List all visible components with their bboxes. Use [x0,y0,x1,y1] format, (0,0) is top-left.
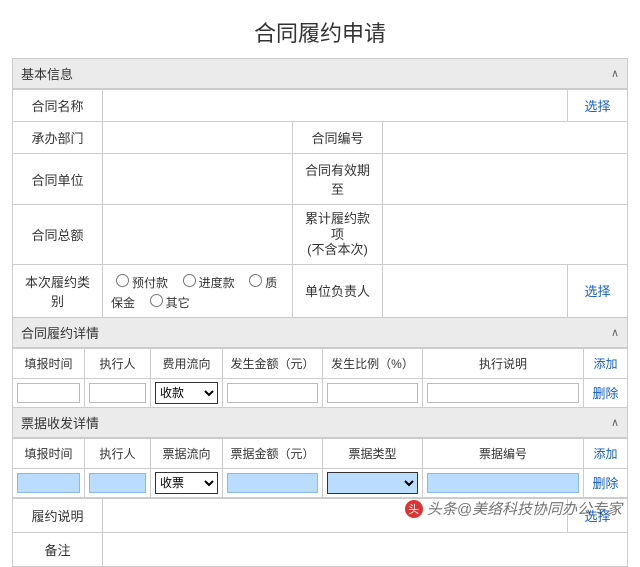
input-perf-desc[interactable] [427,383,579,403]
col-tk-type: 票据类型 [323,438,423,468]
field-unit-leader[interactable] [383,264,568,317]
col-tk-time: 填报时间 [13,438,85,468]
select-tk-type[interactable] [327,472,418,494]
label-total-amount: 合同总额 [13,205,103,265]
section-basic-header: 基本信息 ∧ [12,58,628,89]
field-total-amount[interactable] [103,205,293,265]
section-ticket-header: 票据收发详情 ∧ [12,408,628,438]
section-basic-label: 基本信息 [21,64,73,83]
label-valid-until: 合同有效期至 [293,154,383,205]
section-perf-header: 合同履约详情 ∧ [12,318,628,348]
col-perf-amount: 发生金额（元） [223,348,323,378]
watermark-icon: 头 [405,500,423,518]
field-valid-until[interactable] [383,154,628,205]
input-perf-ratio[interactable] [327,383,418,403]
select-perf-flow[interactable]: 收款 [155,382,218,404]
col-perf-exec: 执行人 [85,348,151,378]
label-contract-no: 合同编号 [293,122,383,154]
label-remark: 备注 [13,532,103,566]
radio-group-perf-type: 预付款 进度款 质保金 其它 [103,264,293,317]
label-perf-type: 本次履约类别 [13,264,103,317]
label-dept: 承办部门 [13,122,103,154]
col-tk-flow: 票据流向 [151,438,223,468]
field-contract-no[interactable] [383,122,628,154]
page-title: 合同履约申请 [12,16,628,48]
select-unit-leader[interactable]: 选择 [568,264,628,317]
section-ticket-label: 票据收发详情 [21,413,99,432]
add-ticket-row[interactable]: 添加 [584,438,628,468]
radio-other[interactable] [150,294,163,307]
collapse-icon[interactable]: ∧ [611,416,619,429]
col-tk-exec: 执行人 [85,438,151,468]
label-contract-unit: 合同单位 [13,154,103,205]
add-perf-row[interactable]: 添加 [584,348,628,378]
collapse-icon[interactable]: ∧ [611,67,619,80]
input-perf-amount[interactable] [227,383,318,403]
radio-prepay-label: 预付款 [132,276,168,290]
input-tk-amount[interactable] [227,473,318,493]
label-perf-desc: 履约说明 [13,498,103,532]
col-perf-desc: 执行说明 [423,348,584,378]
field-remark[interactable] [103,532,628,566]
input-perf-exec[interactable] [89,383,146,403]
input-tk-time[interactable] [17,473,80,493]
col-tk-no: 票据编号 [423,438,584,468]
select-tk-flow[interactable]: 收票 [155,472,218,494]
field-contract-name[interactable] [103,90,568,122]
field-dept[interactable] [103,122,293,154]
label-cumulative: 累计履约款项 (不含本次) [293,205,383,265]
field-contract-unit[interactable] [103,154,293,205]
select-contract-name[interactable]: 选择 [568,90,628,122]
radio-progress-label: 进度款 [199,276,235,290]
watermark-text: 头条@美络科技协同办公专家 [427,498,622,519]
radio-progress[interactable] [183,274,196,287]
input-perf-time[interactable] [17,383,80,403]
field-cumulative[interactable] [383,205,628,265]
col-perf-ratio: 发生比例（%） [323,348,423,378]
col-perf-time: 填报时间 [13,348,85,378]
collapse-icon[interactable]: ∧ [611,326,619,339]
col-tk-amount: 票据金额（元） [223,438,323,468]
radio-warranty[interactable] [249,274,262,287]
section-perf-label: 合同履约详情 [21,323,99,342]
radio-prepay[interactable] [116,274,129,287]
label-contract-name: 合同名称 [13,90,103,122]
input-tk-no[interactable] [427,473,579,493]
label-unit-leader: 单位负责人 [293,264,383,317]
del-perf-row[interactable]: 删除 [584,378,628,407]
col-perf-flow: 费用流向 [151,348,223,378]
del-ticket-row[interactable]: 删除 [584,468,628,497]
watermark: 头 头条@美络科技协同办公专家 [405,498,622,519]
input-tk-exec[interactable] [89,473,146,493]
radio-other-label: 其它 [166,296,190,310]
